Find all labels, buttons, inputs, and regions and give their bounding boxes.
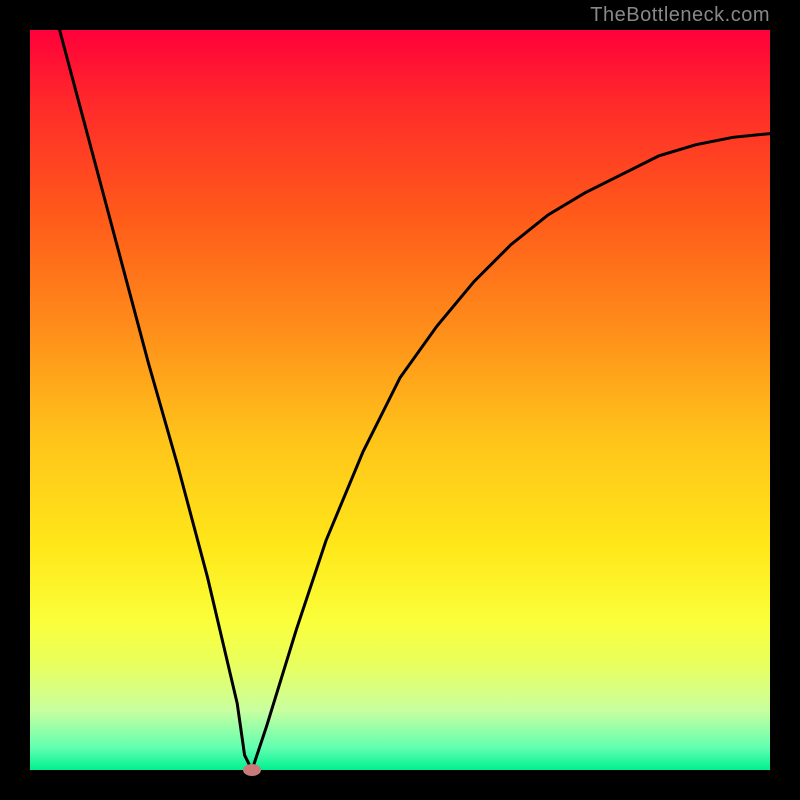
bottleneck-curve	[60, 30, 770, 770]
min-marker	[243, 764, 261, 776]
curve-svg	[30, 30, 770, 770]
chart-frame: TheBottleneck.com	[0, 0, 800, 800]
plot-area	[30, 30, 770, 770]
watermark-label: TheBottleneck.com	[590, 4, 770, 27]
